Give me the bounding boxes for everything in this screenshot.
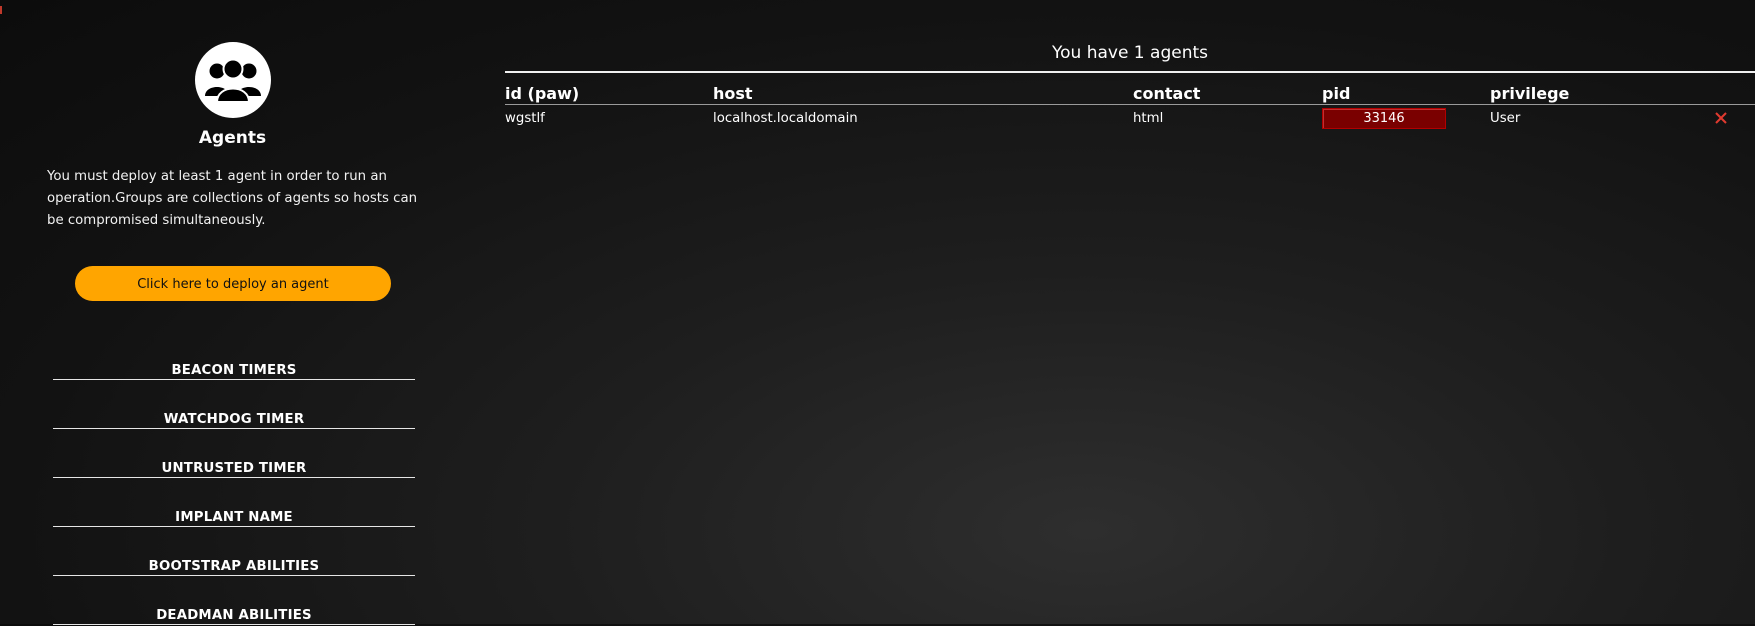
- section-beacon-timers[interactable]: BEACON TIMERS: [53, 332, 415, 380]
- column-header-pid: pid: [1322, 84, 1351, 103]
- column-header-paw: id (paw): [505, 84, 580, 103]
- agent-count-heading: You have 1 agents: [1051, 43, 1208, 63]
- group-of-people-icon: [195, 42, 271, 118]
- column-header-privilege: privilege: [1490, 84, 1570, 103]
- table-row: wgstlf localhost.localdomain html 33146 …: [505, 107, 1755, 131]
- section-label: IMPLANT NAME: [175, 510, 293, 525]
- agent-privilege: User: [1490, 111, 1521, 126]
- sidebar-title: Agents: [198, 128, 267, 148]
- agent-paw: wgstlf: [505, 111, 545, 126]
- section-watchdog-timer[interactable]: WATCHDOG TIMER: [53, 381, 415, 429]
- column-header-contact: contact: [1133, 84, 1201, 103]
- agent-host: localhost.localdomain: [713, 111, 858, 126]
- agent-contact: html: [1133, 111, 1164, 126]
- delete-agent-icon[interactable]: [1712, 109, 1730, 127]
- heading-divider: [505, 71, 1755, 73]
- section-label: BEACON TIMERS: [171, 363, 297, 378]
- section-label: BOOTSTRAP ABILITIES: [148, 559, 320, 574]
- section-untrusted-timer[interactable]: UNTRUSTED TIMER: [53, 430, 415, 478]
- sidebar-description: You must deploy at least 1 agent in orde…: [47, 169, 418, 228]
- column-header-host: host: [713, 84, 753, 103]
- deploy-agent-button[interactable]: Click here to deploy an agent: [75, 266, 391, 301]
- agent-pid-button[interactable]: 33146: [1322, 108, 1446, 129]
- section-bootstrap-abilities[interactable]: BOOTSTRAP ABILITIES: [53, 528, 415, 576]
- settings-section-list: BEACON TIMERS WATCHDOG TIMER UNTRUSTED T…: [53, 332, 415, 626]
- sidebar: Agents You must deploy at least 1 agent …: [0, 0, 465, 626]
- section-deadman-abilities[interactable]: DEADMAN ABILITIES: [53, 577, 415, 625]
- section-label: UNTRUSTED TIMER: [161, 461, 307, 476]
- section-label: WATCHDOG TIMER: [163, 412, 305, 427]
- section-label: DEADMAN ABILITIES: [156, 608, 312, 623]
- agents-table-header: id (paw) host contact pid privilege: [505, 84, 1755, 105]
- section-implant-name[interactable]: IMPLANT NAME: [53, 479, 415, 527]
